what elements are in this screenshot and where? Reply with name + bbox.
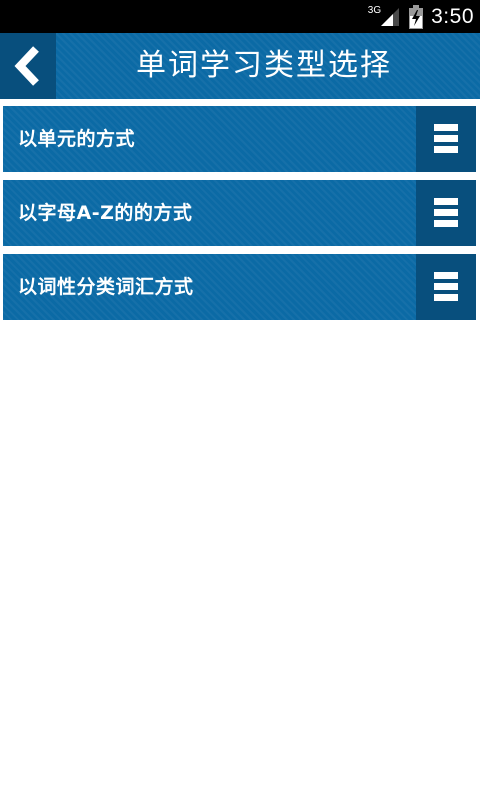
clock: 3:50 xyxy=(431,4,474,28)
signal-icon xyxy=(379,6,401,28)
battery-icon xyxy=(401,4,424,29)
status-icons: 3G 3:50 xyxy=(368,0,474,33)
menu-icon xyxy=(434,123,458,155)
option-label: 以单元的方式 xyxy=(18,128,136,150)
back-button[interactable] xyxy=(0,33,56,99)
option-item-alphabet[interactable]: 以字母A-Z的的方式 xyxy=(3,180,476,246)
menu-icon xyxy=(434,197,458,229)
status-bar: 3G 3:50 xyxy=(0,0,480,33)
option-label: 以词性分类词汇方式 xyxy=(18,276,194,298)
header-bar: 单词学习类型选择 xyxy=(0,33,480,99)
menu-icon xyxy=(434,271,458,303)
menu-button[interactable] xyxy=(416,180,476,246)
menu-button[interactable] xyxy=(416,106,476,172)
page-title: 单词学习类型选择 xyxy=(136,48,392,83)
chevron-left-icon xyxy=(11,44,45,88)
menu-button[interactable] xyxy=(416,254,476,320)
option-item-unit[interactable]: 以单元的方式 xyxy=(3,106,476,172)
option-list: 以单元的方式 以字母A-Z的的方式 以词性分类词汇方式 xyxy=(3,106,476,328)
option-item-part-of-speech[interactable]: 以词性分类词汇方式 xyxy=(3,254,476,320)
network-type-label: 3G xyxy=(367,5,382,16)
option-label: 以字母A-Z的的方式 xyxy=(18,202,193,224)
